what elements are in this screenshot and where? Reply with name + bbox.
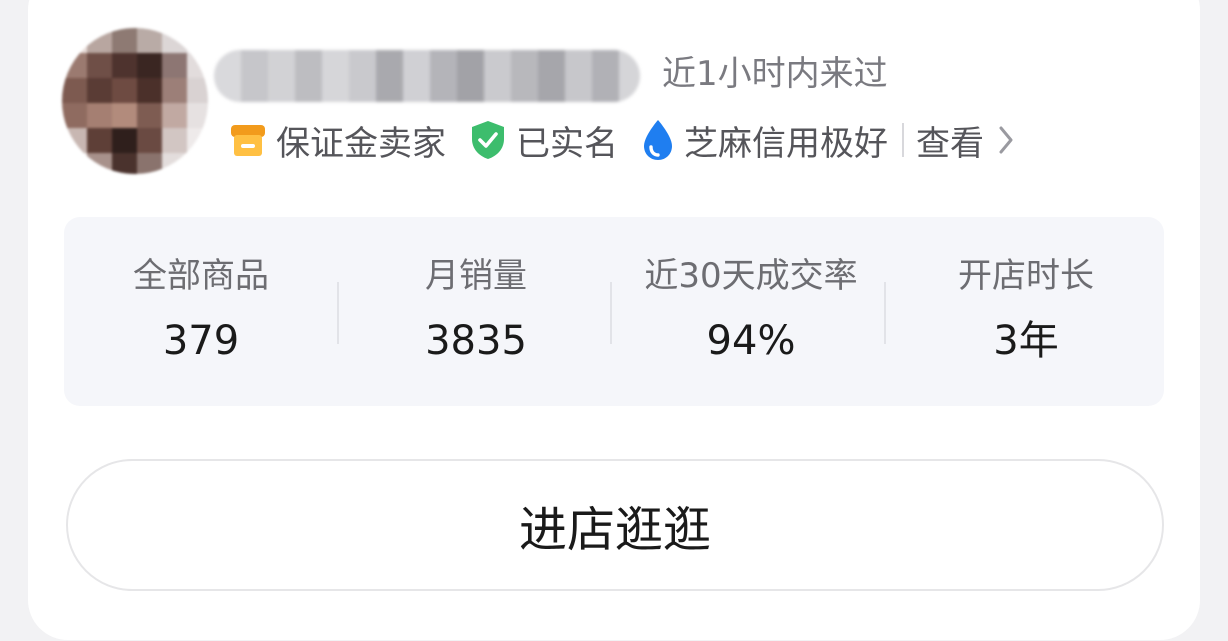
seller-badges: 保证金卖家 已实名 芝麻信用极好 查看 <box>228 116 1014 164</box>
stat-label: 近30天成交率 <box>644 256 858 296</box>
seller-name-obscured <box>214 50 640 102</box>
enter-shop-button[interactable]: 进店逛逛 <box>66 459 1164 591</box>
badge-divider <box>902 123 904 157</box>
stat-all-items[interactable]: 全部商品 379 <box>64 217 338 406</box>
stat-divider <box>337 282 339 344</box>
stat-monthly-sales[interactable]: 月销量 3835 <box>339 217 613 406</box>
badge-label: 保证金卖家 <box>276 123 446 164</box>
shop-icon <box>231 125 265 156</box>
last-seen-text: 近1小时内来过 <box>662 54 888 94</box>
shop-stats-panel: 全部商品 379 月销量 3835 近30天成交率 94% 开店时长 3年 <box>64 217 1164 406</box>
shield-check-icon <box>472 121 504 159</box>
stat-shop-age[interactable]: 开店时长 3年 <box>889 217 1163 406</box>
badge-deposit-seller[interactable]: 保证金卖家 <box>228 116 446 165</box>
seller-avatar[interactable] <box>62 28 208 174</box>
stat-value: 3年 <box>993 318 1059 364</box>
view-details-link[interactable]: 查看 <box>916 116 1014 165</box>
stat-divider <box>610 282 612 344</box>
badge-label: 已实名 <box>516 123 618 164</box>
badge-verified[interactable]: 已实名 <box>468 116 618 165</box>
stat-divider <box>884 282 886 344</box>
sesame-drop-icon <box>644 120 672 160</box>
stat-value: 379 <box>162 318 240 364</box>
chevron-right-icon <box>999 126 1013 154</box>
stat-label: 月销量 <box>425 256 527 296</box>
stat-value: 3835 <box>425 318 527 364</box>
stat-label: 全部商品 <box>133 256 269 296</box>
badge-sesame-credit[interactable]: 芝麻信用极好 <box>640 116 888 165</box>
stat-value: 94% <box>706 318 796 364</box>
stat-30day-deal-rate[interactable]: 近30天成交率 94% <box>614 217 888 406</box>
stat-label: 开店时长 <box>958 256 1094 296</box>
view-details-label: 查看 <box>916 123 984 164</box>
badge-label: 芝麻信用极好 <box>684 123 888 164</box>
